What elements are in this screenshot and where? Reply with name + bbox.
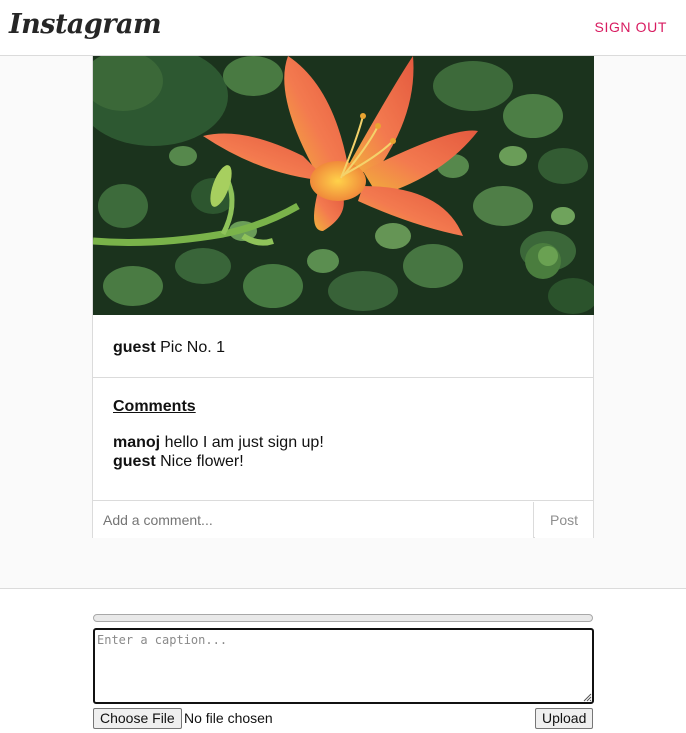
- caption-text: guest Pic No. 1: [113, 339, 225, 357]
- comment-input[interactable]: [93, 502, 534, 538]
- comments-section: Comments manoj hello I am just sign up! …: [93, 379, 593, 501]
- comment-item: manoj hello I am just sign up!: [113, 434, 324, 452]
- sign-out-button[interactable]: SIGN OUT: [595, 19, 667, 35]
- comments-heading: Comments: [113, 398, 196, 415]
- post-caption: guest Pic No. 1: [93, 315, 593, 378]
- comment-username[interactable]: manoj: [113, 434, 160, 451]
- caption-input[interactable]: [93, 628, 594, 704]
- file-status-text: No file chosen: [184, 710, 273, 726]
- comment-text: hello I am just sign up!: [164, 434, 324, 451]
- instagram-logo[interactable]: Instagram: [9, 9, 162, 40]
- post-comment-button[interactable]: Post: [535, 502, 593, 538]
- upload-button[interactable]: Upload: [535, 708, 594, 729]
- comment-username[interactable]: guest: [113, 453, 156, 470]
- comment-text: Nice flower!: [160, 453, 244, 470]
- comment-item: guest Nice flower!: [113, 453, 244, 471]
- choose-file-button[interactable]: Choose File: [93, 708, 182, 729]
- resize-grip-icon[interactable]: [583, 693, 592, 702]
- app-header: Instagram SIGN OUT: [0, 0, 686, 56]
- post-card: guest Pic No. 1 Comments manoj hello I a…: [92, 56, 594, 538]
- add-comment-form: Post: [93, 502, 593, 538]
- caption-body: Pic No. 1: [160, 339, 226, 356]
- caption-username[interactable]: guest: [113, 339, 156, 356]
- upload-section: Choose File No file chosen Upload: [0, 588, 686, 733]
- upload-progress-bar: [93, 614, 593, 622]
- post-image: [93, 56, 594, 315]
